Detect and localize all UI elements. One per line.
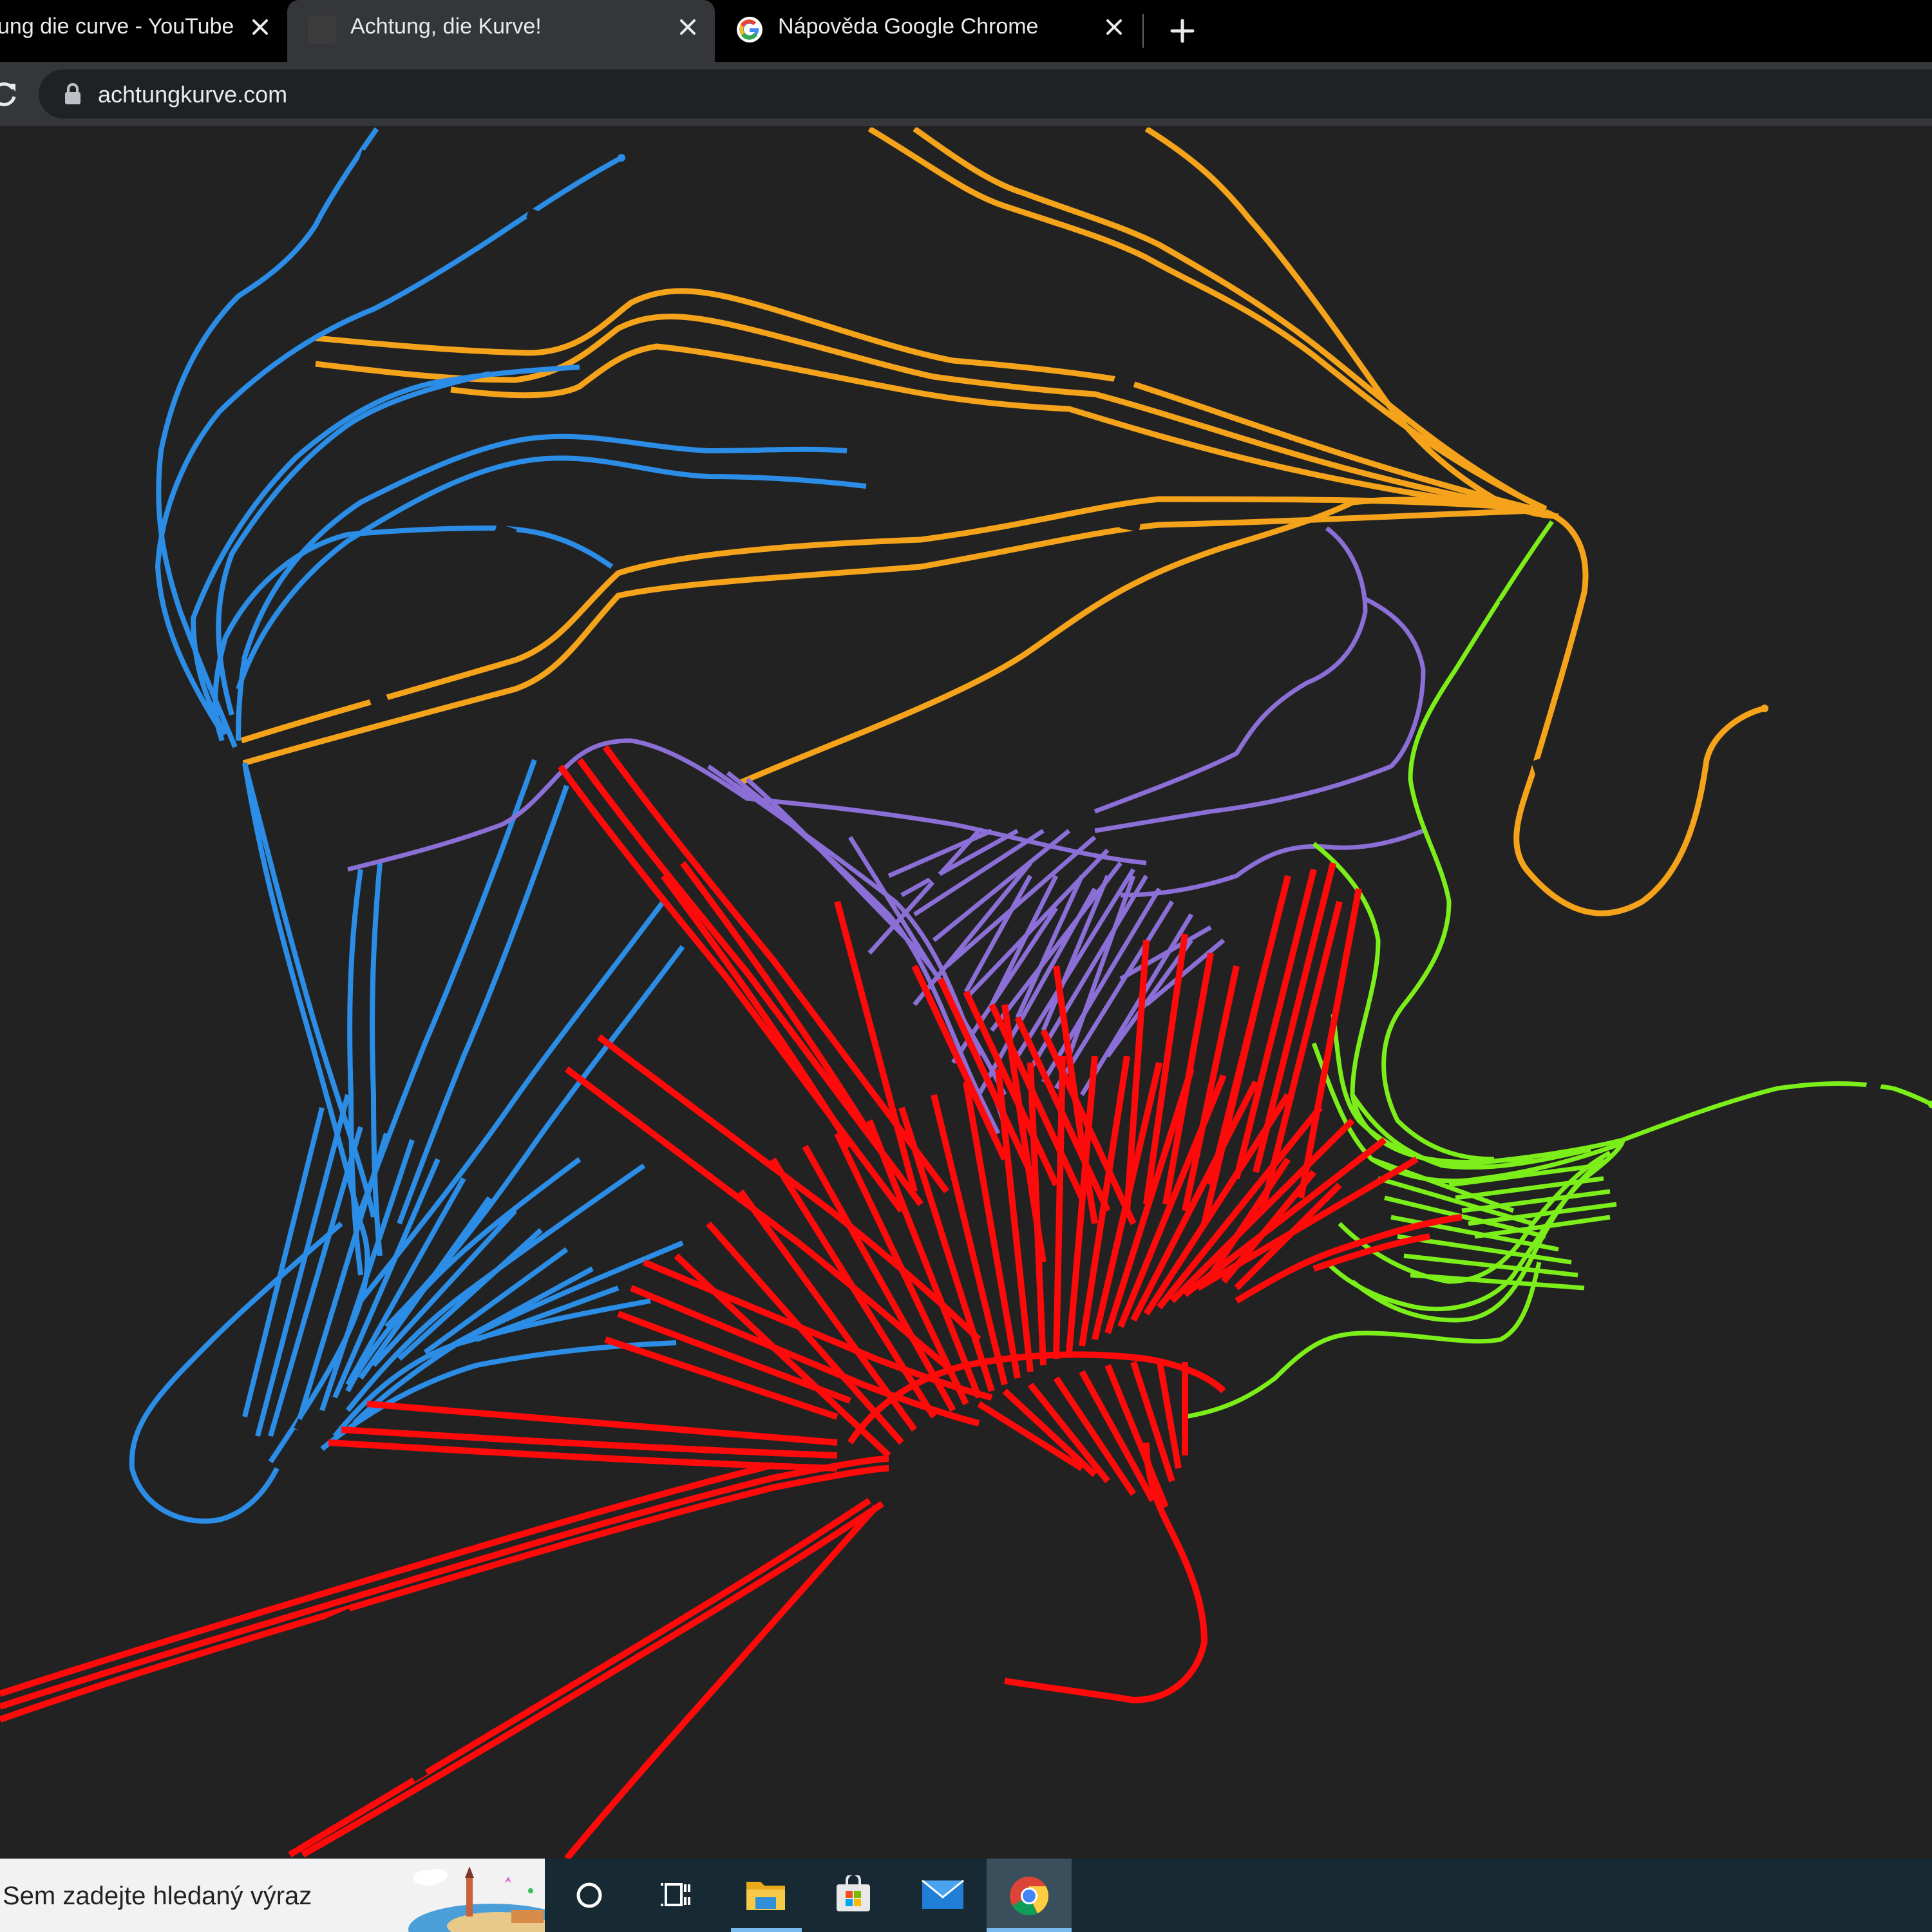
tab-achtung[interactable]: Achtung, die Kurve! xyxy=(287,0,715,62)
mail-button[interactable] xyxy=(908,1859,979,1932)
browser-toolbar: achtungkurve.com xyxy=(0,62,1932,189)
cortana-button[interactable] xyxy=(560,1859,618,1932)
lock-icon[interactable] xyxy=(63,82,82,106)
url-text: achtungkurve.com xyxy=(98,81,288,108)
microsoft-store-icon xyxy=(837,1875,870,1911)
green-player-trail xyxy=(1184,520,1932,1419)
close-icon[interactable] xyxy=(246,13,274,41)
tab-title: Achtung, die Kurve! xyxy=(350,14,542,39)
reload-icon[interactable] xyxy=(0,75,23,113)
game-canvas[interactable] xyxy=(0,128,1932,1859)
google-g-icon xyxy=(737,17,762,43)
new-tab-button[interactable] xyxy=(1164,13,1200,49)
blue-player-head xyxy=(618,154,625,162)
tab-chrome-help[interactable]: Nápověda Google Chrome xyxy=(721,0,1146,62)
search-highlight-illustration xyxy=(408,1866,545,1932)
address-bar[interactable]: achtungkurve.com xyxy=(39,70,1932,118)
orange-player-head xyxy=(1761,705,1768,712)
active-app-indicator xyxy=(987,1928,1072,1932)
tab-title: Nápověda Google Chrome xyxy=(778,14,1039,39)
trail-holes xyxy=(249,149,1882,1782)
tab-strip: ung die curve - YouTube Achtung, die Kur… xyxy=(0,0,1932,62)
orange-player-trail xyxy=(240,128,1766,916)
tab-title: ung die curve - YouTube xyxy=(0,14,234,39)
chrome-button[interactable] xyxy=(987,1859,1072,1932)
taskbar-search-box[interactable]: Sem zadejte hledaný výraz xyxy=(0,1859,545,1932)
tab-separator xyxy=(1142,14,1144,48)
mail-icon xyxy=(922,1879,964,1909)
tab-youtube[interactable]: ung die curve - YouTube xyxy=(0,0,283,62)
close-icon[interactable] xyxy=(674,13,702,41)
cortana-icon xyxy=(576,1882,602,1908)
close-icon[interactable] xyxy=(1100,13,1128,41)
task-view-icon xyxy=(661,1883,690,1906)
task-view-button[interactable] xyxy=(644,1859,708,1932)
file-explorer-icon xyxy=(746,1882,785,1910)
blank-page-icon xyxy=(308,15,336,44)
running-indicator xyxy=(731,1928,802,1932)
windows-taskbar: Sem zadejte hledaný výraz xyxy=(0,1859,1932,1932)
player-heads xyxy=(618,154,1932,1108)
red-player-trail xyxy=(0,745,1463,1859)
file-explorer-button[interactable] xyxy=(731,1859,802,1932)
search-placeholder: Sem zadejte hledaný výraz xyxy=(3,1882,312,1910)
chrome-icon xyxy=(1010,1877,1048,1915)
microsoft-store-button[interactable] xyxy=(821,1859,886,1932)
